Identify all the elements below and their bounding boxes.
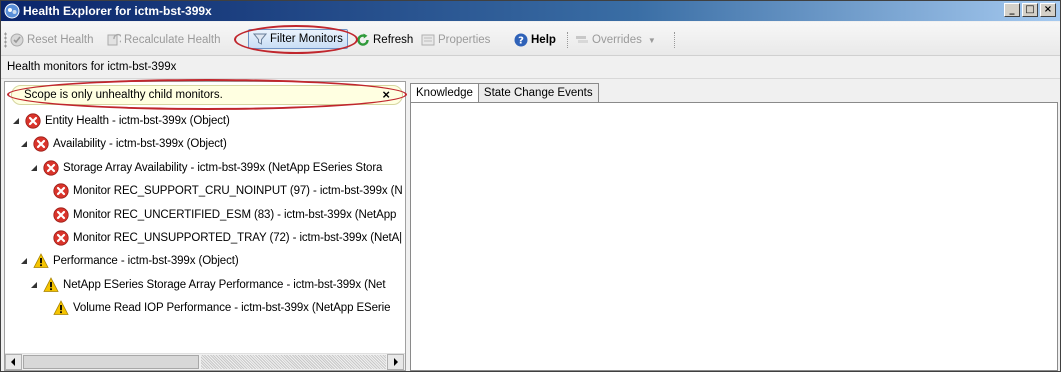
tree-node[interactable]: Availability - ictm-bst-399x (Object) <box>19 133 227 155</box>
health-tree-pane: Scope is only unhealthy child monitors. … <box>4 79 407 371</box>
arrow-left-icon <box>11 358 15 366</box>
tree-node-label: Performance - ictm-bst-399x (Object) <box>53 255 239 268</box>
tree-node[interactable]: Monitor REC_UNCERTIFIED_ESM (83) - ictm-… <box>39 204 396 226</box>
knowledge-content <box>410 102 1058 371</box>
arrow-right-icon <box>394 358 398 366</box>
details-pane: Knowledge State Change Events <box>410 81 1058 371</box>
recalculate-health-icon <box>107 33 121 46</box>
tab-state-change-events[interactable]: State Change Events <box>477 83 599 103</box>
tree-node-label: Volume Read IOP Performance - ictm-bst-3… <box>73 302 391 315</box>
health-tree: Entity Health - ictm-bst-399x (Object) Av… <box>5 110 405 350</box>
properties-button[interactable]: Properties <box>421 30 490 50</box>
toolbar: Reset Health Recalculate Health Filter M… <box>1 22 1060 56</box>
health-explorer-window: Health Explorer for ictm-bst-399x _ □ × … <box>0 0 1061 372</box>
critical-error-icon <box>33 136 49 152</box>
recalculate-health-label: Recalculate Health <box>124 34 221 46</box>
refresh-button[interactable]: Refresh <box>356 30 413 50</box>
expand-triangle-icon[interactable] <box>29 163 39 173</box>
funnel-filter-icon <box>253 33 267 45</box>
tab-knowledge[interactable]: Knowledge <box>410 83 479 104</box>
warning-icon <box>43 276 59 292</box>
filter-monitors-label: Filter Monitors <box>270 33 343 45</box>
tree-node-label: Availability - ictm-bst-399x (Object) <box>53 138 227 151</box>
toolbar-separator <box>567 32 568 48</box>
tree-node-label: Storage Array Availability - ictm-bst-39… <box>63 161 383 174</box>
refresh-icon <box>357 33 369 46</box>
tree-node-label: Monitor REC_UNSUPPORTED_TRAY (72) - ictm… <box>73 232 403 244</box>
properties-label: Properties <box>438 34 491 46</box>
health-monitors-header: Health monitors for ictm-bst-399x <box>1 57 1060 79</box>
tree-node-label: Entity Health - ictm-bst-399x (Object) <box>45 115 230 127</box>
tree-node[interactable]: Storage Array Availability - ictm-bst-39… <box>29 157 382 179</box>
overrides-dropdown[interactable]: Overrides ▼ <box>575 30 656 50</box>
scrollbar-thumb[interactable] <box>23 355 199 369</box>
overrides-label: Overrides <box>592 34 642 46</box>
scope-banner: Scope is only unhealthy child monitors. … <box>11 85 403 105</box>
minimize-button[interactable]: _ <box>1004 3 1020 17</box>
scroll-right-arrow[interactable] <box>387 354 404 370</box>
toolbar-grip[interactable] <box>4 32 7 48</box>
warning-icon <box>53 300 69 316</box>
critical-error-icon <box>53 230 69 246</box>
toolbar-separator <box>674 32 675 48</box>
details-tabs: Knowledge State Change Events <box>410 83 599 104</box>
critical-error-icon <box>43 160 59 176</box>
properties-icon <box>421 34 435 46</box>
help-button[interactable]: ? Help <box>514 30 556 50</box>
maximize-button[interactable]: □ <box>1022 3 1038 17</box>
window-controls: _ □ × <box>1004 3 1056 17</box>
expand-triangle-icon[interactable] <box>11 116 21 126</box>
close-button[interactable]: × <box>1040 3 1056 17</box>
help-label: Help <box>531 34 556 46</box>
scrollbar-track[interactable] <box>201 355 386 369</box>
window-title: Health Explorer for ictm-bst-399x <box>23 4 212 18</box>
tree-node[interactable]: Volume Read IOP Performance - ictm-bst-3… <box>39 297 391 319</box>
reset-health-button[interactable]: Reset Health <box>10 30 93 50</box>
horizontal-scrollbar[interactable] <box>5 353 405 370</box>
reset-health-icon <box>10 33 24 47</box>
overrides-icon <box>576 36 588 43</box>
tree-node[interactable]: NetApp ESeries Storage Array Performance… <box>29 274 386 296</box>
title-bar: Health Explorer for ictm-bst-399x _ □ × <box>1 1 1060 21</box>
refresh-label: Refresh <box>373 34 414 46</box>
tree-node-label: Monitor REC_UNCERTIFIED_ESM (83) - ictm-… <box>73 208 397 221</box>
recalculate-health-button[interactable]: Recalculate Health <box>107 30 221 50</box>
critical-error-icon <box>53 206 69 223</box>
svg-text:?: ? <box>518 36 524 47</box>
filter-monitors-button[interactable]: Filter Monitors <box>248 29 348 49</box>
warning-icon <box>33 253 49 269</box>
critical-error-icon <box>25 113 41 129</box>
tree-node[interactable]: Entity Health - ictm-bst-399x (Object) <box>11 110 230 132</box>
expand-triangle-icon[interactable] <box>19 139 29 149</box>
critical-error-icon <box>53 183 69 199</box>
tree-node[interactable]: Performance - ictm-bst-399x (Object) <box>19 250 239 272</box>
health-explorer-app-icon <box>4 3 20 19</box>
reset-health-label: Reset Health <box>27 34 94 46</box>
scroll-left-arrow[interactable] <box>5 354 22 370</box>
tree-node-label: NetApp ESeries Storage Array Performance… <box>63 278 386 291</box>
scope-banner-text: Scope is only unhealthy child monitors. <box>24 89 223 101</box>
tree-node-label: Monitor REC_SUPPORT_CRU_NOINPUT (97) - i… <box>73 185 403 198</box>
close-icon[interactable]: × <box>382 87 390 102</box>
expand-triangle-icon[interactable] <box>29 280 39 290</box>
help-icon: ? <box>514 33 528 47</box>
expand-triangle-icon[interactable] <box>19 256 29 266</box>
chevron-down-icon: ▼ <box>647 35 656 45</box>
tree-node[interactable]: Monitor REC_UNSUPPORTED_TRAY (72) - ictm… <box>39 227 402 249</box>
tree-node[interactable]: Monitor REC_SUPPORT_CRU_NOINPUT (97) - i… <box>39 180 403 202</box>
